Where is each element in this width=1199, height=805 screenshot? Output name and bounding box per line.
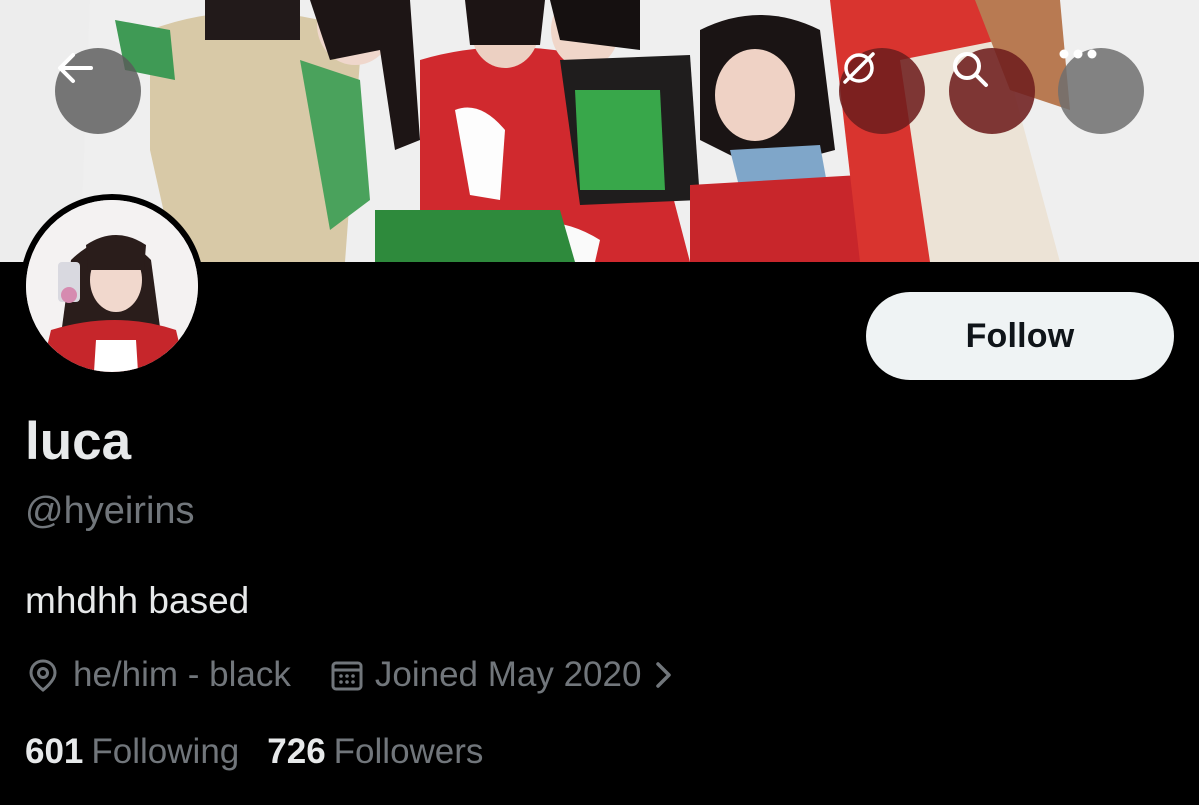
bio-text: mhdhh based [25, 580, 250, 621]
profile-meta: he/him - black Joined May 2020 [25, 652, 677, 698]
following-label: Following [91, 732, 240, 771]
avatar[interactable] [20, 194, 204, 378]
calendar-icon [331, 661, 363, 691]
avatar-photo [26, 200, 198, 372]
display-name: luca [25, 412, 132, 471]
profile-banner[interactable] [0, 0, 1199, 262]
more-icon [1059, 49, 1097, 59]
followers-count: 726 [267, 732, 326, 771]
search-button[interactable] [949, 48, 1035, 134]
follow-stats: 601 Following 726 Followers [25, 729, 483, 775]
followers-label: Followers [333, 732, 484, 771]
back-button[interactable] [55, 48, 141, 134]
joined-date[interactable]: Joined May 2020 [329, 655, 678, 695]
location-text: he/him - black [73, 655, 291, 694]
banner-photo [0, 0, 1199, 262]
following-link[interactable]: 601 Following [25, 732, 239, 772]
location: he/him - black [25, 655, 291, 695]
location-pin-icon [29, 659, 57, 692]
no-sync-button[interactable] [839, 48, 925, 134]
more-button[interactable] [1058, 48, 1144, 134]
following-count: 601 [25, 732, 84, 771]
search-icon [953, 52, 988, 87]
username-handle: @hyeirins [25, 490, 195, 532]
followers-link[interactable]: 726 Followers [267, 732, 483, 772]
chevron-right-icon [656, 662, 672, 688]
follow-button[interactable]: Follow [866, 292, 1174, 380]
joined-text: Joined May 2020 [374, 655, 642, 694]
arrow-left-icon [58, 53, 93, 83]
no-sync-icon [843, 52, 875, 84]
